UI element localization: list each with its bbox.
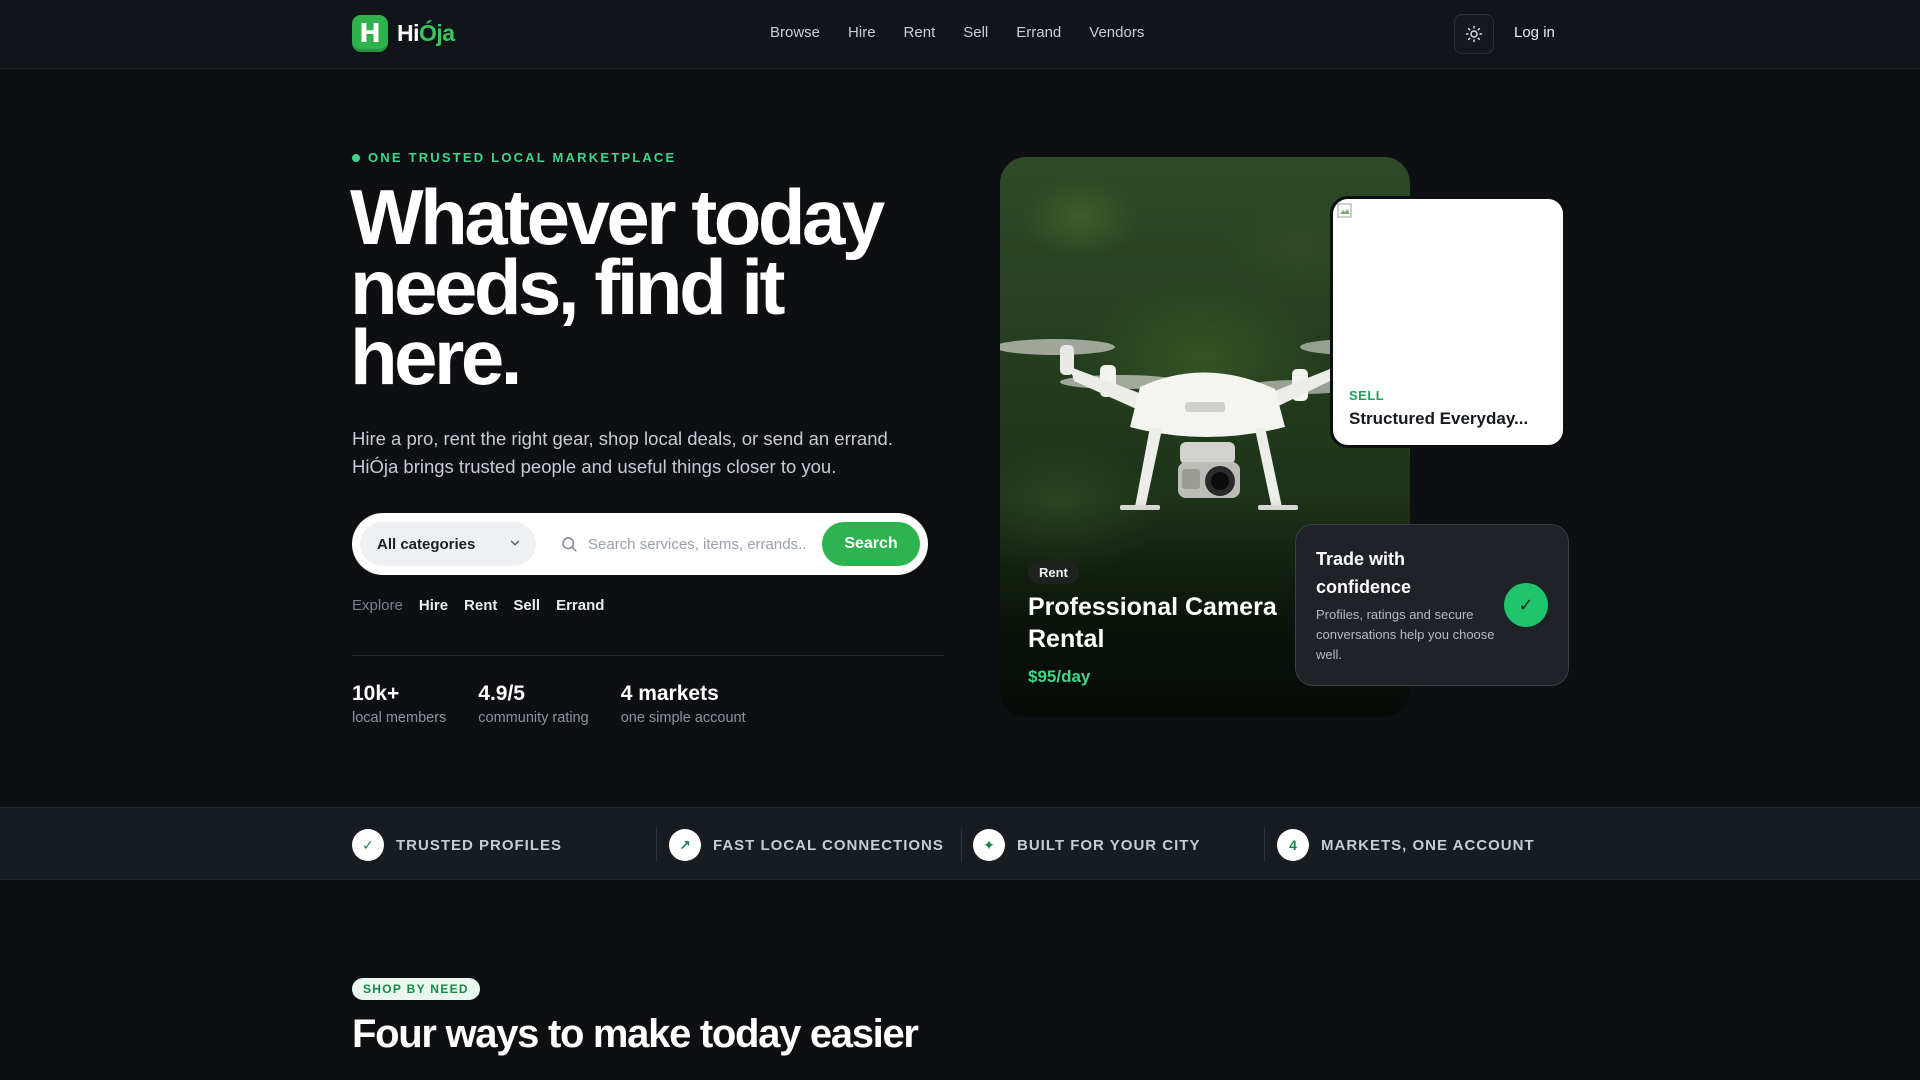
feature-label: BUILT FOR YOUR CITY [1017, 836, 1201, 854]
sell-listing-card[interactable]: SELL Structured Everyday... [1330, 196, 1566, 448]
stat-label: one simple account [620, 710, 746, 726]
trust-title: Trade with confidence [1316, 549, 1412, 597]
main-nav: Browse Hire Rent Sell Errand Vendors [770, 24, 1172, 41]
explore-link-sell[interactable]: Sell [513, 597, 540, 614]
eyebrow-dot-icon [352, 153, 360, 162]
stat-label: local members [352, 710, 447, 726]
sun-icon [1465, 25, 1483, 43]
check-icon: ✓ [1504, 583, 1548, 627]
search-icon [562, 537, 577, 552]
category-select[interactable]: All categories [360, 522, 536, 566]
hero-subtext: Hire a pro, rent the right gear, shop lo… [352, 428, 893, 477]
category-select-value: All categories [377, 535, 476, 553]
stat-value: 4 markets [620, 682, 719, 705]
hero-eyebrow: ONE TRUSTED LOCAL MARKETPLACE [352, 150, 676, 165]
nav-link-errand[interactable]: Errand [1016, 24, 1061, 41]
nav-link-hire[interactable]: Hire [848, 24, 876, 41]
listing-type-tag: SELL [1349, 388, 1385, 403]
feature-label: FAST LOCAL CONNECTIONS [713, 836, 944, 854]
hero-stats: 10k+ local members 4.9/5 community ratin… [352, 682, 778, 726]
listing-title: Structured Everyday... [1349, 409, 1529, 428]
feature-trusted-profiles: ✓ TRUSTED PROFILES [352, 829, 562, 861]
feature-divider [1264, 828, 1265, 862]
trust-body: Profiles, ratings and secure conversatio… [1316, 607, 1495, 662]
login-link[interactable]: Log in [1514, 24, 1555, 41]
stat-label: community rating [478, 710, 589, 726]
feature-markets-one-account: 4 MARKETS, ONE ACCOUNT [1277, 829, 1535, 861]
number-badge-icon: 4 [1277, 829, 1309, 861]
search-button[interactable]: Search [822, 522, 920, 566]
stat-value: 4.9/5 [478, 682, 525, 705]
nav-link-rent[interactable]: Rent [904, 24, 936, 41]
feature-divider [656, 828, 657, 862]
brand-name: HiÓja [397, 20, 455, 46]
listing-title: Professional Camera Rental [1028, 593, 1277, 653]
section-pill: SHOP BY NEED [352, 978, 480, 1000]
nav-link-browse[interactable]: Browse [770, 24, 820, 41]
listing-price: $95/day [1028, 667, 1091, 686]
explore-label: Explore [352, 597, 403, 614]
stat-rating: 4.9/5 community rating [478, 682, 588, 726]
top-navbar: H HiÓja Browse Hire Rent Sell Errand Ven… [0, 0, 1920, 69]
chevron-down-icon [510, 540, 520, 546]
feature-built-for-city: ✦ BUILT FOR YOUR CITY [973, 829, 1200, 861]
search-input[interactable] [588, 529, 808, 559]
feature-divider [961, 828, 962, 862]
feature-strip: ✓ TRUSTED PROFILES ↗ FAST LOCAL CONNECTI… [0, 807, 1920, 880]
stat-value: 10k+ [352, 682, 400, 705]
logo-mark-icon: H [352, 15, 388, 52]
feature-label: MARKETS, ONE ACCOUNT [1321, 836, 1535, 854]
hero-headline: Whatever today needs, find it here. [350, 173, 885, 401]
theme-toggle-button[interactable] [1454, 14, 1494, 54]
feature-label: TRUSTED PROFILES [396, 836, 563, 854]
sparkle-icon: ✦ [973, 829, 1005, 861]
explore-links: Explore Hire Rent Sell Errand [352, 597, 620, 614]
stat-members: 10k+ local members [352, 682, 446, 726]
explore-link-hire[interactable]: Hire [419, 597, 448, 614]
broken-image-icon [1337, 203, 1352, 218]
explore-link-errand[interactable]: Errand [556, 597, 604, 614]
hero-divider [352, 655, 944, 656]
listing-type-badge: Rent [1028, 561, 1079, 584]
nav-link-sell[interactable]: Sell [963, 24, 988, 41]
hero-search-bar: All categories Search [352, 513, 928, 575]
stat-markets: 4 markets one simple account [621, 682, 746, 726]
trust-info-card: Trade with confidence Profiles, ratings … [1295, 524, 1569, 686]
nav-link-vendors[interactable]: Vendors [1089, 24, 1144, 41]
brand-logo[interactable]: H HiÓja [352, 15, 455, 52]
feature-fast-connections: ↗ FAST LOCAL CONNECTIONS [669, 829, 944, 861]
eyebrow-text: ONE TRUSTED LOCAL MARKETPLACE [368, 150, 677, 165]
check-icon: ✓ [352, 829, 384, 861]
arrow-up-right-icon: ↗ [669, 829, 701, 861]
explore-link-rent[interactable]: Rent [464, 597, 497, 614]
section-title: Four ways to make today easier [352, 1012, 919, 1056]
